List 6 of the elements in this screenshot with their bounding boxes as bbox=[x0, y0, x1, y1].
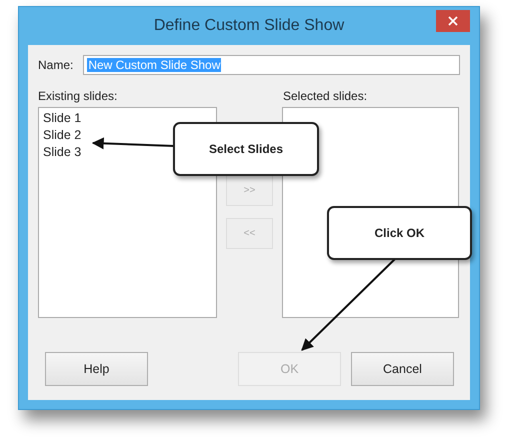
window-title: Define Custom Slide Show bbox=[154, 17, 344, 35]
name-label: Name: bbox=[38, 58, 74, 72]
existing-slides-label: Existing slides: bbox=[38, 89, 118, 103]
callout-tooltip: Click OK bbox=[327, 206, 472, 260]
callout-tooltip: Select Slides bbox=[173, 122, 319, 176]
selected-slides-label: Selected slides: bbox=[283, 89, 368, 103]
